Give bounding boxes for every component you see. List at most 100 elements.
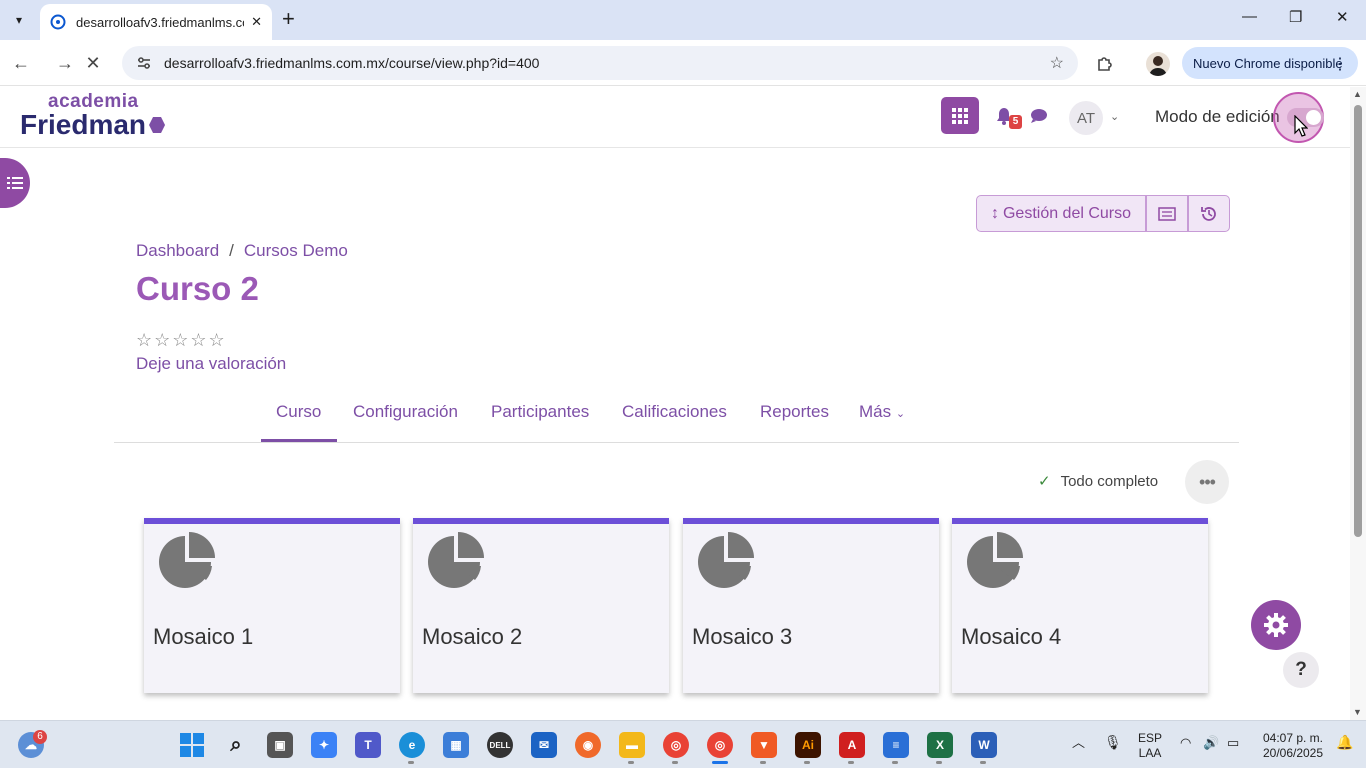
copilot-icon[interactable]: ✦ bbox=[311, 732, 337, 758]
tile-card[interactable]: Mosaico 1 bbox=[144, 518, 400, 693]
breadcrumb-dashboard[interactable]: Dashboard bbox=[136, 241, 219, 261]
running-indicator bbox=[936, 761, 942, 764]
clock[interactable]: 04:07 p. m. 20/06/2025 bbox=[1258, 731, 1328, 761]
notepad-icon[interactable]: ≡ bbox=[883, 732, 909, 758]
breadcrumb-separator: / bbox=[229, 241, 234, 260]
minimize-button[interactable]: — bbox=[1242, 8, 1257, 25]
tile-card[interactable]: Mosaico 2 bbox=[413, 518, 669, 693]
tray-overflow-icon[interactable]: ︿ bbox=[1072, 735, 1085, 750]
layout-code: LAA bbox=[1138, 746, 1162, 760]
address-bar[interactable]: desarrolloafv3.friedmanlms.com.mx/course… bbox=[122, 46, 1078, 80]
brave-icon[interactable]: ▼ bbox=[751, 732, 777, 758]
word-icon[interactable]: W bbox=[971, 732, 997, 758]
edge-icon[interactable]: e bbox=[399, 732, 425, 758]
chrome-icon[interactable]: ◎ bbox=[663, 732, 689, 758]
page-scrollbar[interactable]: ▲ ▼ bbox=[1350, 87, 1366, 720]
chrome-profile-icon[interactable]: ◎ bbox=[707, 732, 733, 758]
teams-icon[interactable]: T bbox=[355, 732, 381, 758]
rate-course-link[interactable]: Deje una valoración bbox=[136, 354, 286, 374]
close-window-button[interactable]: ✕ bbox=[1336, 8, 1349, 26]
update-label: Nuevo Chrome disponible bbox=[1193, 55, 1343, 71]
breadcrumb: Dashboard / Cursos Demo bbox=[136, 241, 348, 261]
running-indicator bbox=[408, 761, 414, 764]
acrobat-icon[interactable]: A bbox=[839, 732, 865, 758]
help-button[interactable]: ? bbox=[1283, 652, 1319, 688]
site-header: academia Friedman 5 AT ⌄ Modo de edición bbox=[0, 87, 1350, 148]
pie-chart-icon bbox=[967, 532, 1023, 588]
forward-arrow-icon[interactable]: → bbox=[54, 52, 76, 74]
site-settings-icon[interactable] bbox=[136, 55, 152, 71]
gear-icon bbox=[1264, 613, 1288, 637]
tab-title: desarrolloafv3.friedmanlms.com bbox=[76, 14, 244, 30]
course-secondary-nav: Curso Configuración Participantes Califi… bbox=[114, 390, 1239, 443]
chat-icon[interactable] bbox=[1030, 108, 1048, 129]
input-language[interactable]: ESP LAA bbox=[1138, 731, 1162, 761]
chrome-update-button[interactable]: Nuevo Chrome disponible ⋮ bbox=[1182, 47, 1358, 79]
active-tab-indicator bbox=[261, 439, 337, 442]
file-explorer-icon[interactable]: ▬ bbox=[619, 732, 645, 758]
apps-grid-button[interactable] bbox=[941, 97, 979, 134]
task-view-icon[interactable]: ▣ bbox=[267, 732, 293, 758]
restore-button[interactable]: ❐ bbox=[1289, 8, 1302, 26]
chrome-menu-icon[interactable]: ⋮ bbox=[1332, 54, 1348, 74]
search-icon[interactable]: ⌕ bbox=[223, 732, 249, 758]
course-management-button[interactable]: ↕ Gestión del Curso bbox=[976, 195, 1146, 232]
close-tab-icon[interactable]: ✕ bbox=[251, 14, 262, 30]
tile-label: Mosaico 4 bbox=[961, 624, 1062, 649]
browser-tab[interactable]: desarrolloafv3.friedmanlms.com ✕ bbox=[40, 4, 272, 40]
tab-participantes[interactable]: Participantes bbox=[491, 402, 589, 422]
site-logo[interactable]: academia Friedman bbox=[20, 92, 166, 139]
excel-icon[interactable]: X bbox=[927, 732, 953, 758]
new-tab-button[interactable]: + bbox=[282, 8, 295, 30]
running-indicator bbox=[672, 761, 678, 764]
course-history-button[interactable] bbox=[1188, 195, 1230, 232]
pie-chart-icon bbox=[428, 532, 484, 588]
notification-count-badge: 5 bbox=[1009, 115, 1022, 129]
settings-fab-button[interactable] bbox=[1251, 600, 1301, 650]
microphone-icon[interactable]: 🎙 bbox=[1104, 735, 1122, 750]
tile-card[interactable]: Mosaico 3 bbox=[683, 518, 939, 693]
mouse-cursor-icon bbox=[1294, 114, 1309, 142]
course-index-drawer-button[interactable] bbox=[0, 158, 30, 208]
course-management-label: Gestión del Curso bbox=[1002, 204, 1132, 222]
url-text: desarrolloafv3.friedmanlms.com.mx/course… bbox=[164, 55, 540, 71]
battery-icon[interactable]: ▭ bbox=[1227, 735, 1239, 750]
completion-label: Todo completo bbox=[1060, 472, 1159, 490]
history-icon bbox=[1201, 206, 1216, 221]
scroll-down-arrow-icon[interactable]: ▼ bbox=[1353, 707, 1362, 717]
page-title: Curso 2 bbox=[136, 270, 259, 307]
windows-start-icon[interactable] bbox=[179, 732, 205, 758]
dell-icon[interactable]: DELL bbox=[487, 732, 513, 758]
store-icon[interactable]: ▦ bbox=[443, 732, 469, 758]
clock-time: 04:07 p. m. bbox=[1262, 731, 1324, 745]
chevron-down-icon[interactable]: ⌄ bbox=[1110, 110, 1119, 123]
volume-icon[interactable]: 🔊 bbox=[1203, 735, 1219, 750]
scroll-up-arrow-icon[interactable]: ▲ bbox=[1353, 89, 1362, 99]
breadcrumb-cursos-demo[interactable]: Cursos Demo bbox=[244, 241, 348, 261]
tab-configuracion[interactable]: Configuración bbox=[353, 402, 458, 422]
user-avatar[interactable]: AT bbox=[1069, 101, 1103, 135]
stop-loading-icon[interactable]: ✕ bbox=[82, 52, 104, 74]
wifi-icon[interactable]: ◠ bbox=[1180, 735, 1191, 750]
bookmark-star-icon[interactable]: ☆ bbox=[1050, 53, 1064, 73]
back-arrow-icon[interactable]: ← bbox=[10, 52, 32, 74]
tab-curso[interactable]: Curso bbox=[276, 402, 321, 422]
tile-card[interactable]: Mosaico 4 bbox=[952, 518, 1208, 693]
scrollbar-thumb[interactable] bbox=[1354, 105, 1362, 537]
rating-stars[interactable]: ☆☆☆☆☆ bbox=[136, 330, 227, 351]
tab-reportes[interactable]: Reportes bbox=[760, 402, 829, 422]
more-options-button[interactable]: ••• bbox=[1185, 460, 1229, 504]
tab-calificaciones[interactable]: Calificaciones bbox=[622, 402, 727, 422]
extensions-icon[interactable] bbox=[1094, 52, 1116, 74]
tab-search-button[interactable]: ▾ bbox=[6, 8, 32, 32]
illustrator-icon[interactable]: Ai bbox=[795, 732, 821, 758]
language-code: ESP bbox=[1138, 731, 1163, 745]
mail-icon[interactable]: ✉ bbox=[531, 732, 557, 758]
firefox-icon[interactable]: ◉ bbox=[575, 732, 601, 758]
notifications-center-icon[interactable]: 🔔 bbox=[1336, 735, 1353, 750]
edit-mode-label: Modo de edición bbox=[1155, 107, 1280, 126]
tab-mas[interactable]: Más ⌄ bbox=[859, 402, 905, 422]
profile-avatar[interactable] bbox=[1146, 52, 1170, 76]
clock-date: 20/06/2025 bbox=[1262, 746, 1324, 760]
course-summary-button[interactable] bbox=[1146, 195, 1188, 232]
